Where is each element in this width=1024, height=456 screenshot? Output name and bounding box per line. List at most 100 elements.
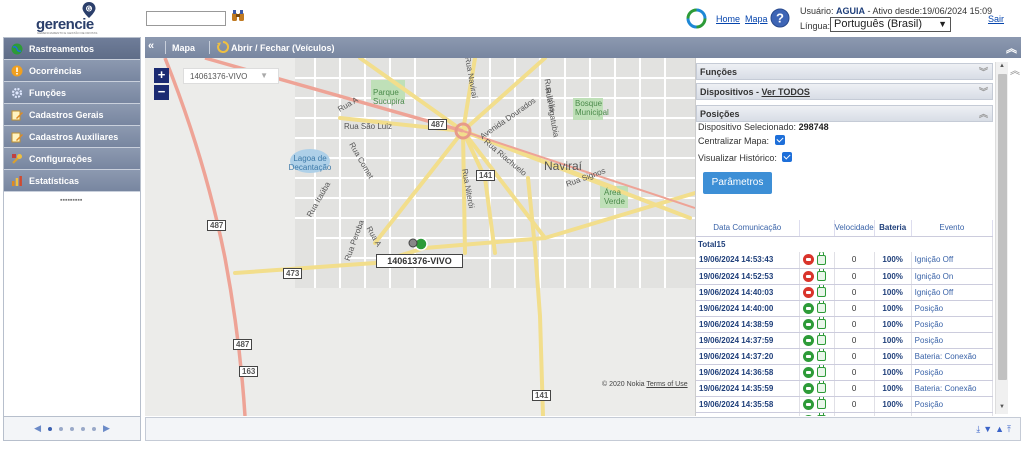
zoom-out-button[interactable]: − [154, 85, 169, 100]
row-date[interactable]: 19/06/2024 14:40:03 [696, 284, 800, 301]
row-date[interactable]: 19/06/2024 14:34:58 [696, 412, 800, 416]
mapa-link[interactable]: Mapa [745, 14, 768, 24]
table-row[interactable]: 19/06/2024 14:37:20 0 100% Bateria: Conexão [696, 348, 994, 365]
pager-dot[interactable] [70, 426, 74, 431]
pager-dot[interactable] [81, 426, 85, 431]
posicoes-section-header[interactable]: Posições ︽ [696, 105, 993, 122]
toolbar-divider [209, 41, 210, 54]
col-header-battery[interactable]: Bateria [874, 220, 912, 237]
refresh-small-icon[interactable] [217, 41, 229, 53]
row-date[interactable]: 19/06/2024 14:37:20 [696, 348, 800, 365]
col-header-event[interactable]: Evento [911, 220, 994, 237]
scroll-down-icon[interactable]: ▼ [999, 404, 1005, 410]
bottom-bar: ⤓▼▲⤒ [145, 417, 1021, 441]
pager-dot[interactable] [59, 426, 63, 431]
row-battery: 100% [874, 380, 912, 397]
binoculars-icon[interactable] [231, 9, 245, 23]
zoom-in-button[interactable]: + [154, 68, 169, 83]
row-status-icons [799, 396, 835, 413]
row-speed: 0 [834, 332, 875, 349]
device-value: 298748 [798, 122, 829, 132]
ver-todos-link[interactable]: Ver TODOS [762, 87, 810, 97]
sidebar-item-funcoes[interactable]: Funções [4, 82, 140, 104]
row-event: Ignição On [911, 268, 994, 285]
positions-table: Data Comunicação Velocidade Bateria Even… [696, 220, 994, 416]
table-row[interactable]: 19/06/2024 14:37:59 0 100% Posição [696, 332, 994, 349]
help-icon[interactable]: ? [770, 8, 790, 28]
logout-link[interactable]: Sair [988, 14, 1004, 24]
pager-prev-icon[interactable]: ◀ [34, 423, 41, 434]
row-date[interactable]: 19/06/2024 14:52:53 [696, 268, 800, 285]
route-shield: 487 [428, 119, 448, 130]
sidebar-item-cadastros-auxiliares[interactable]: Cadastros Auxiliares [4, 126, 140, 148]
active-since: 19/06/2024 15:09 [922, 6, 993, 16]
pager-dot[interactable] [48, 426, 52, 431]
collapse-up-icon[interactable]: ︽ [1006, 40, 1017, 56]
edit-icon [11, 109, 23, 121]
table-row[interactable]: 19/06/2024 14:34:58 0100%Posição [696, 412, 994, 416]
table-row[interactable]: 19/06/2024 14:52:53 0 100% Ignição On [696, 268, 994, 285]
sidebar-item-estatisticas[interactable]: Estatísticas [4, 170, 140, 192]
table-row[interactable]: 19/06/2024 14:40:03 0 100% Ignição Off [696, 284, 994, 301]
toggle-vehicles-button[interactable]: Abrir / Fechar (Veículos) [231, 43, 335, 53]
sidebar-item-label: Ocorrências [29, 65, 82, 76]
map-view[interactable]: 487 141 473 487 487 163 141 Parque Sucup… [145, 58, 695, 416]
lock-icon [816, 380, 826, 393]
table-row[interactable]: 19/06/2024 14:35:58 0 100% Posição [696, 396, 994, 413]
table-header-row: Data Comunicação Velocidade Bateria Even… [696, 220, 994, 237]
right-panel: Funções ︾ Dispositivos - Ver TODOS ︾ Pos… [695, 58, 1021, 416]
panel-scroll-controls[interactable]: ⤓▼▲⤒ [976, 424, 1014, 435]
collapse-sidebar-icon[interactable]: « [148, 40, 154, 52]
center-map-checkbox[interactable] [774, 135, 785, 145]
row-event: Ignição Off [911, 252, 994, 269]
sidebar-resize-grip[interactable]: ▪▪▪▪▪▪▪▪▪ [60, 197, 82, 204]
row-date[interactable]: 19/06/2024 14:37:59 [696, 332, 800, 349]
panel-scrollbar[interactable]: ▲ ▼ [995, 62, 1008, 414]
language-select[interactable]: Português (Brasil) ▼ [830, 17, 951, 32]
pager-dot[interactable] [92, 426, 96, 431]
table-row[interactable]: 19/06/2024 14:36:58 0 100% Posição [696, 364, 994, 381]
scrollbar-thumb[interactable] [998, 74, 1007, 380]
search-input[interactable] [146, 11, 226, 26]
sidebar-item-label: Funções [29, 87, 67, 98]
alert-icon [11, 65, 23, 77]
sidebar-item-label: Configurações [29, 153, 93, 164]
sidebar-item-ocorrencias[interactable]: Ocorrências [4, 60, 140, 82]
row-date[interactable]: 19/06/2024 14:53:43 [696, 252, 800, 269]
route-shield: 163 [239, 366, 259, 377]
chevron-up-icon: ︽ [978, 109, 988, 119]
collapse-up-icon[interactable]: ︽ [1010, 62, 1020, 77]
refresh-icon[interactable] [686, 8, 707, 29]
vehicle-marker-label[interactable]: 14061376-VIVO [376, 254, 463, 268]
row-date[interactable]: 19/06/2024 14:36:58 [696, 364, 800, 381]
row-date[interactable]: 19/06/2024 14:40:00 [696, 300, 800, 317]
ignition-icon [802, 350, 814, 362]
home-link[interactable]: Home [716, 14, 740, 24]
table-row[interactable]: 19/06/2024 14:38:59 0 100% Posição [696, 316, 994, 333]
pager-next-icon[interactable]: ▶ [103, 423, 110, 434]
sidebar-item-label: Estatísticas [29, 175, 80, 186]
col-header-icons [799, 220, 835, 237]
table-row[interactable]: 19/06/2024 14:35:59 0 100% Bateria: Conexão [696, 380, 994, 397]
map-label: Área Verde [604, 188, 625, 206]
terms-link[interactable]: Terms of Use [646, 381, 687, 388]
scroll-up-icon[interactable]: ▲ [999, 63, 1005, 69]
vehicle-select[interactable]: 14061376-VIVO ▼ [183, 68, 279, 84]
parameters-button[interactable]: Parâmetros [703, 172, 772, 194]
table-row[interactable]: 19/06/2024 14:40:00 0 100% Posição [696, 300, 994, 317]
row-date[interactable]: 19/06/2024 14:35:58 [696, 396, 800, 413]
sidebar-item-rastreamentos[interactable]: Rastreamentos [4, 38, 140, 60]
sidebar-item-label: Cadastros Gerais [29, 109, 104, 120]
table-row[interactable]: 19/06/2024 14:53:43 0 100% Ignição Off [696, 252, 994, 269]
col-header-date[interactable]: Data Comunicação [696, 220, 800, 237]
dispositivos-section-header[interactable]: Dispositivos - Ver TODOS ︾ [696, 83, 993, 100]
row-event: Posição [911, 316, 994, 333]
col-header-speed[interactable]: Velocidade [834, 220, 875, 237]
funcoes-section-header[interactable]: Funções ︾ [696, 63, 993, 80]
total-row: Total15 [696, 236, 993, 252]
sidebar-item-cadastros-gerais[interactable]: Cadastros Gerais [4, 104, 140, 126]
history-checkbox[interactable] [782, 152, 793, 162]
row-date[interactable]: 19/06/2024 14:35:59 [696, 380, 800, 397]
row-date[interactable]: 19/06/2024 14:38:59 [696, 316, 800, 333]
sidebar-item-configuracoes[interactable]: Configurações [4, 148, 140, 170]
